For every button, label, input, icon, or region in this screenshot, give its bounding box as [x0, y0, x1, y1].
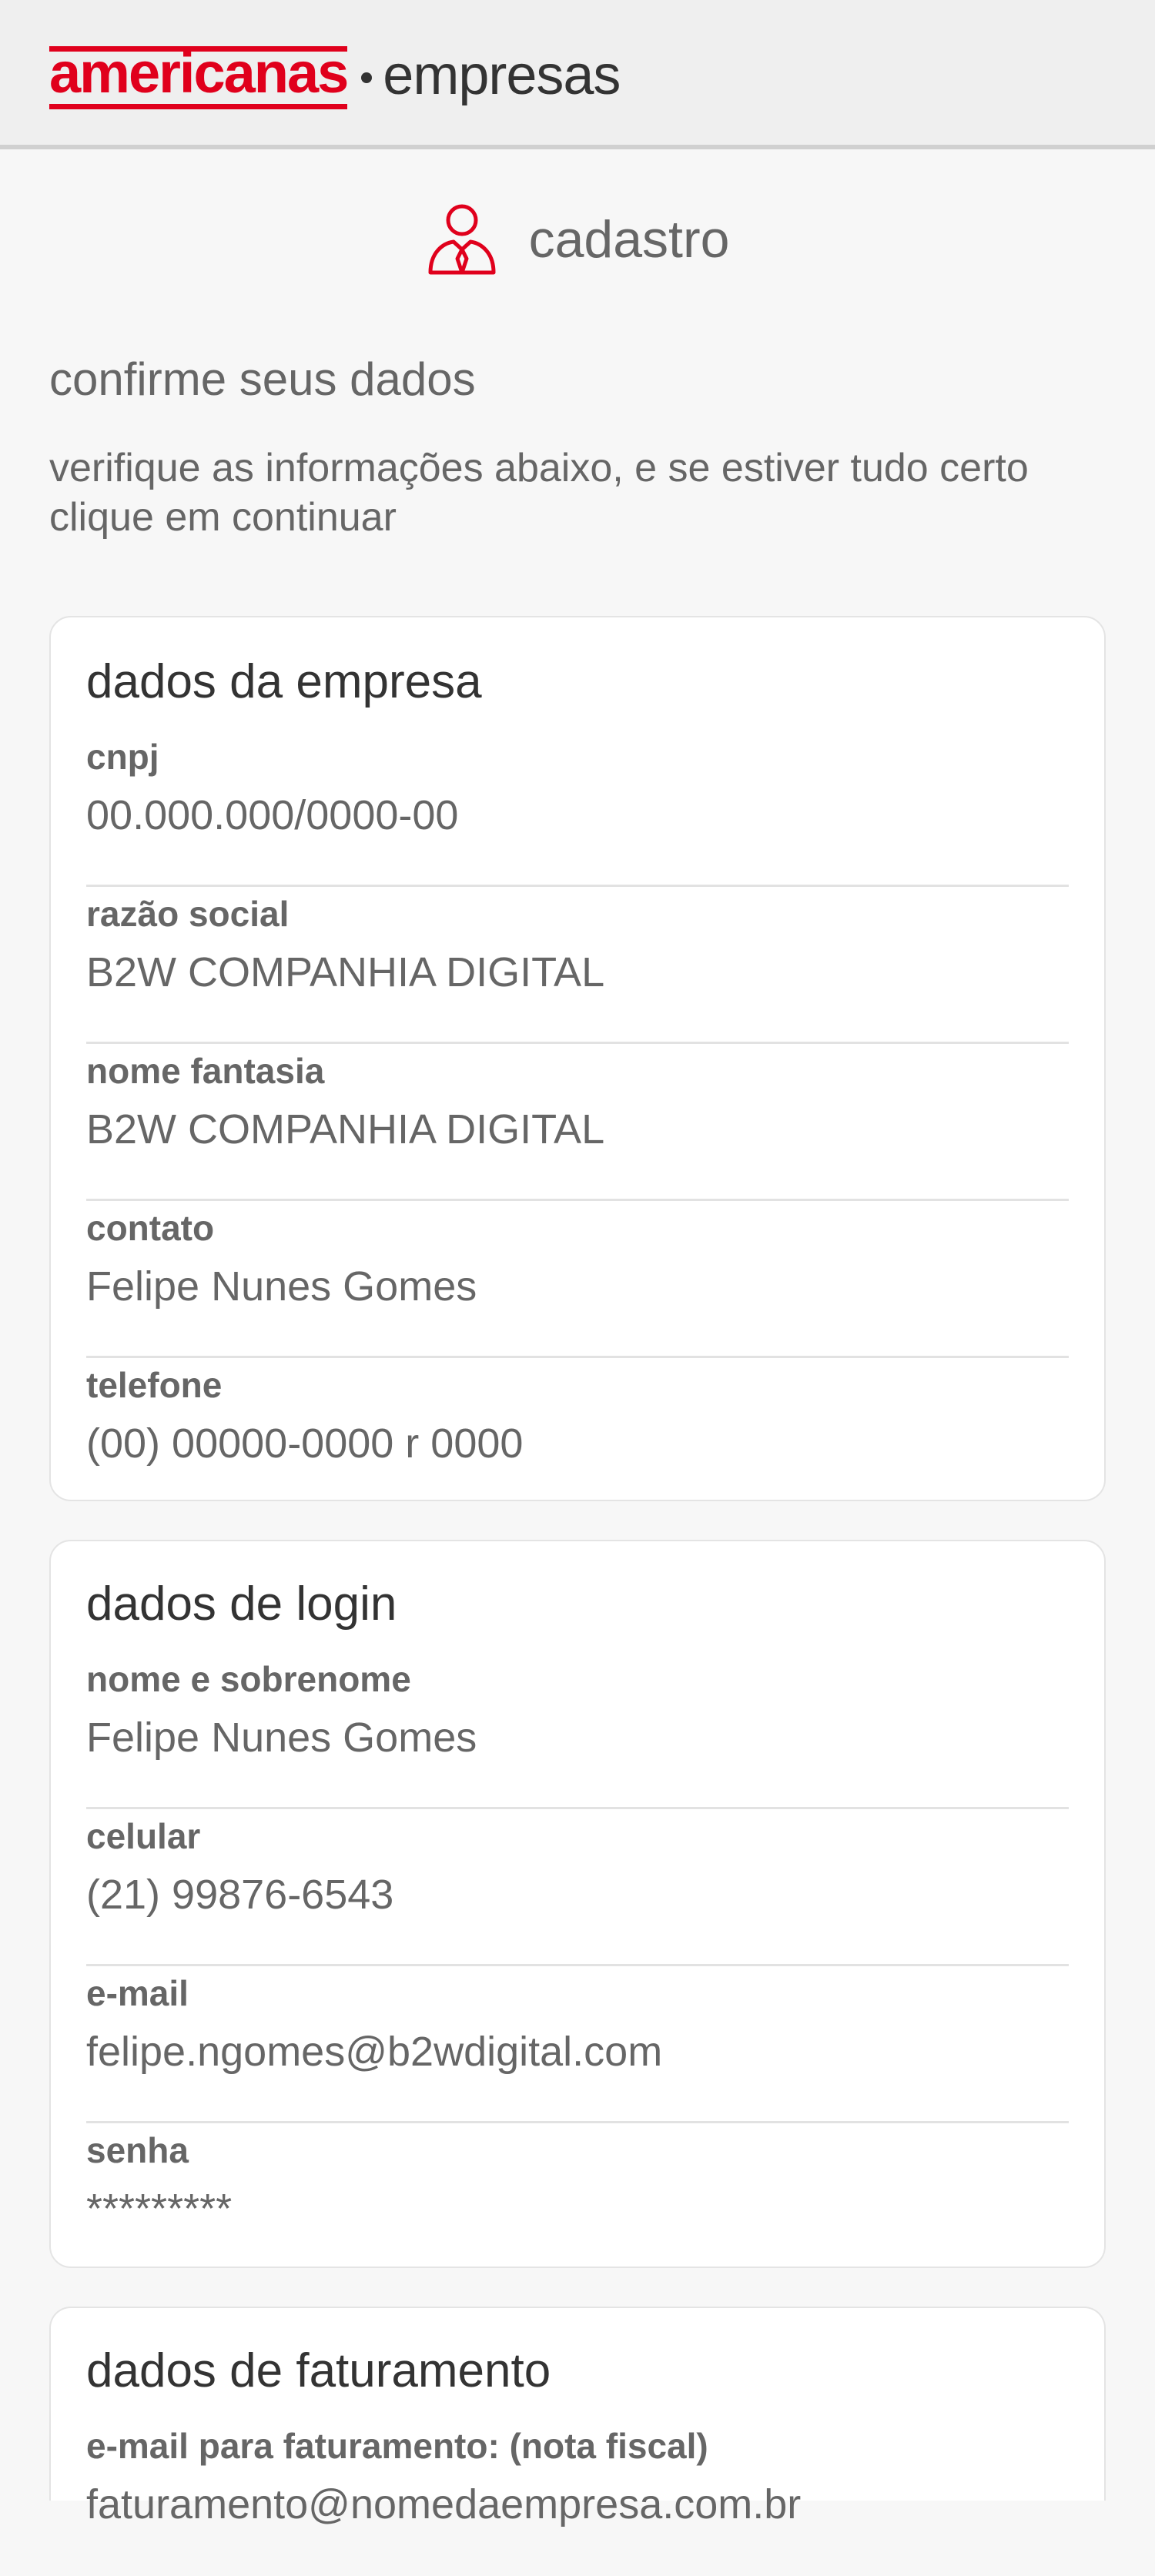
section-description: verifique as informações abaixo, e se es… — [49, 446, 1029, 540]
field-telefone: telefone (00) 00000-0000 r 0000 — [86, 1358, 1069, 1515]
field-label: cnpj — [86, 737, 159, 777]
field-email: e-mail felipe.ngomes@b2wdigital.com — [86, 1966, 1069, 2123]
field-value: faturamento@nomedaempresa.com.br — [86, 2481, 802, 2527]
card-title: dados da empresa — [86, 655, 482, 708]
field-label: nome fantasia — [86, 1051, 325, 1091]
field-senha: senha ********* — [86, 2123, 1069, 2280]
field-label: senha — [86, 2130, 189, 2170]
field-label: telefone — [86, 1365, 223, 1405]
field-contato: contato Felipe Nunes Gomes — [86, 1201, 1069, 1358]
logo-brand-text: americanas — [49, 41, 349, 109]
person-tie-icon — [428, 204, 496, 275]
logo-separator-dot — [361, 72, 373, 83]
card-title: dados de login — [86, 1577, 397, 1631]
field-value: (21) 99876-6543 — [86, 1872, 394, 1918]
field-label: razão social — [86, 894, 290, 934]
field-value: felipe.ngomes@b2wdigital.com — [86, 2029, 663, 2075]
field-label: e-mail — [86, 1973, 189, 2013]
field-value: B2W COMPANHIA DIGITAL — [86, 949, 605, 995]
billing-data-card: dados de faturamento e-mail para faturam… — [49, 2307, 1106, 2527]
field-label: contato — [86, 1208, 215, 1248]
company-data-card: dados da empresa cnpj 00.000.000/0000-00… — [49, 616, 1106, 1501]
field-value: B2W COMPANHIA DIGITAL — [86, 1106, 605, 1153]
field-value: Felipe Nunes Gomes — [86, 1263, 477, 1310]
field-value: ********* — [86, 2186, 233, 2232]
field-value: 00.000.000/0000-00 — [86, 792, 459, 838]
login-data-card: dados de login nome e sobrenome Felipe N… — [49, 1540, 1106, 2268]
section-title: confirme seus dados — [49, 353, 476, 405]
field-label: e-mail para faturamento: (nota fiscal) — [86, 2426, 708, 2466]
page-title: cadastro — [528, 210, 730, 269]
page-heading: cadastro — [0, 199, 1155, 280]
field-label: nome e sobrenome — [86, 1659, 411, 1699]
field-value: Felipe Nunes Gomes — [86, 1715, 477, 1761]
field-razao-social: razão social B2W COMPANHIA DIGITAL — [86, 887, 1069, 1044]
field-email-faturamento: e-mail para faturamento: (nota fiscal) f… — [86, 2419, 1069, 2576]
field-cnpj: cnpj 00.000.000/0000-00 — [86, 730, 1069, 887]
field-value: (00) 00000-0000 r 0000 — [86, 1420, 524, 1467]
field-nome-sobrenome: nome e sobrenome Felipe Nunes Gomes — [86, 1652, 1069, 1809]
logo-suffix-text: empresas — [383, 45, 621, 106]
app-header: americanas empresas — [0, 0, 1155, 149]
card-title: dados de faturamento — [86, 2344, 551, 2397]
field-label: celular — [86, 1816, 201, 1856]
field-celular: celular (21) 99876-6543 — [86, 1809, 1069, 1966]
field-nome-fantasia: nome fantasia B2W COMPANHIA DIGITAL — [86, 1044, 1069, 1201]
americanas-empresas-logo[interactable]: americanas empresas — [49, 41, 621, 109]
